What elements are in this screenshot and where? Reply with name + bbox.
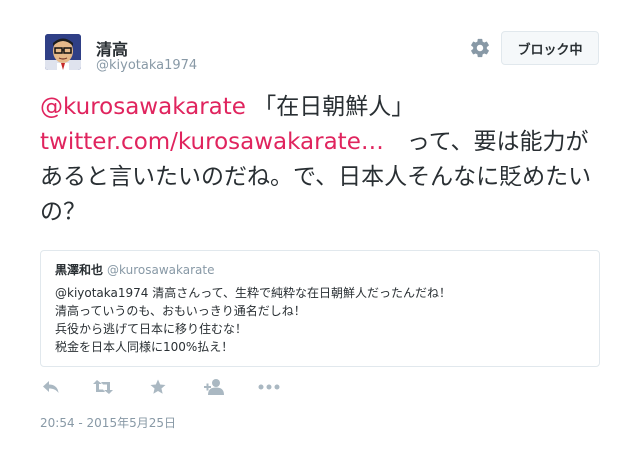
quoted-line: 兵役から逃げて日本に移り住むな！ bbox=[55, 322, 248, 336]
blocked-button[interactable]: ブロック中 bbox=[501, 31, 599, 65]
quoted-user-name: 黒澤和也 bbox=[55, 263, 104, 277]
user-handle[interactable]: @kiyotaka1974 bbox=[96, 58, 197, 73]
quoted-tweet[interactable]: 黒澤和也 @kurosawakarate @kiyotaka1974 清高さんって… bbox=[40, 250, 600, 367]
reply-icon[interactable] bbox=[40, 376, 62, 398]
quoted-tweet-header: 黒澤和也 @kurosawakarate bbox=[55, 263, 585, 278]
tweet-text: @kurosawakarate 「在日朝鮮人」 twitter.com/kuros… bbox=[40, 90, 600, 230]
more-icon[interactable] bbox=[258, 376, 280, 398]
timestamp[interactable]: 20:54 - 2015年5月25日 bbox=[40, 414, 176, 431]
tweet-text-part1: 「在日朝鮮人」 bbox=[245, 94, 415, 120]
mention-link[interactable]: @kurosawakarate bbox=[40, 94, 246, 120]
follow-icon[interactable] bbox=[203, 376, 225, 398]
quoted-line: @kiyotaka1974 清高さんって、生粋で純粋な在日朝鮮人だったんだね！ bbox=[55, 286, 452, 300]
quoted-line: 清高っていうのも、おもいっきり通名だしね！ bbox=[55, 304, 306, 318]
quoted-line: 税金を日本人同様に100%払え！ bbox=[55, 340, 234, 354]
tweet-url-link[interactable]: twitter.com/kurosawakarate… bbox=[40, 129, 384, 155]
retweet-icon[interactable] bbox=[92, 376, 114, 398]
gear-icon[interactable] bbox=[469, 37, 491, 59]
user-name[interactable]: 清高 bbox=[96, 36, 128, 60]
quoted-tweet-body: @kiyotaka1974 清高さんって、生粋で純粋な在日朝鮮人だったんだね！ … bbox=[55, 284, 585, 356]
quoted-user-handle: @kurosawakarate bbox=[107, 263, 215, 277]
avatar[interactable] bbox=[45, 34, 81, 70]
favorite-icon[interactable] bbox=[147, 376, 169, 398]
